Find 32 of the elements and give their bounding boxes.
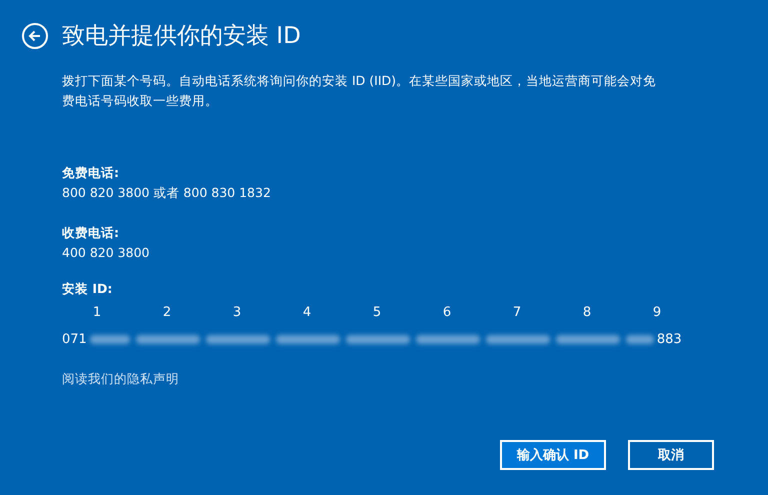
group-number: 8: [582, 304, 592, 322]
blurred-text: [626, 334, 654, 344]
group-number: 5: [372, 304, 382, 322]
blurred-text: [90, 334, 130, 344]
group-number: 6: [442, 304, 452, 322]
group-number: 7: [512, 304, 522, 322]
group-number: 1: [92, 304, 102, 322]
blurred-text: [206, 334, 270, 344]
instructions-text: 拨打下面某个号码。自动电话系统将询问你的安装 ID (IID)。在某些国家或地区，当地运营商可能会对免费电话号码收取一些费用。: [62, 72, 658, 110]
phone-number: 400 820 3800: [62, 244, 150, 262]
phone-number: 800 820 3800 或者 800 830 1832: [62, 184, 271, 202]
group-number: 3: [232, 304, 242, 322]
blurred-text: [556, 334, 620, 344]
phone-label: 免费电话:: [62, 164, 119, 182]
installation-id-label: 安装 ID:: [62, 280, 112, 298]
blurred-text: [276, 334, 340, 344]
blurred-text: [136, 334, 200, 344]
blurred-text: [346, 334, 410, 344]
id-digits: 071: [62, 332, 87, 346]
id-digits: 883: [656, 332, 682, 346]
group-number: 2: [162, 304, 172, 322]
confirm-button[interactable]: 输入确认 ID: [500, 440, 606, 470]
phone-label: 收费电话:: [62, 224, 119, 242]
back-button[interactable]: [22, 22, 48, 48]
back-arrow-icon: [28, 28, 42, 42]
cancel-button[interactable]: 取消: [628, 440, 714, 470]
blurred-text: [416, 334, 480, 344]
group-number: 4: [302, 304, 312, 322]
privacy-link[interactable]: 阅读我们的隐私声明: [62, 371, 179, 388]
page-title: 致电并提供你的安装 ID: [62, 22, 301, 51]
blurred-text: [486, 334, 550, 344]
group-number: 9: [652, 304, 662, 322]
